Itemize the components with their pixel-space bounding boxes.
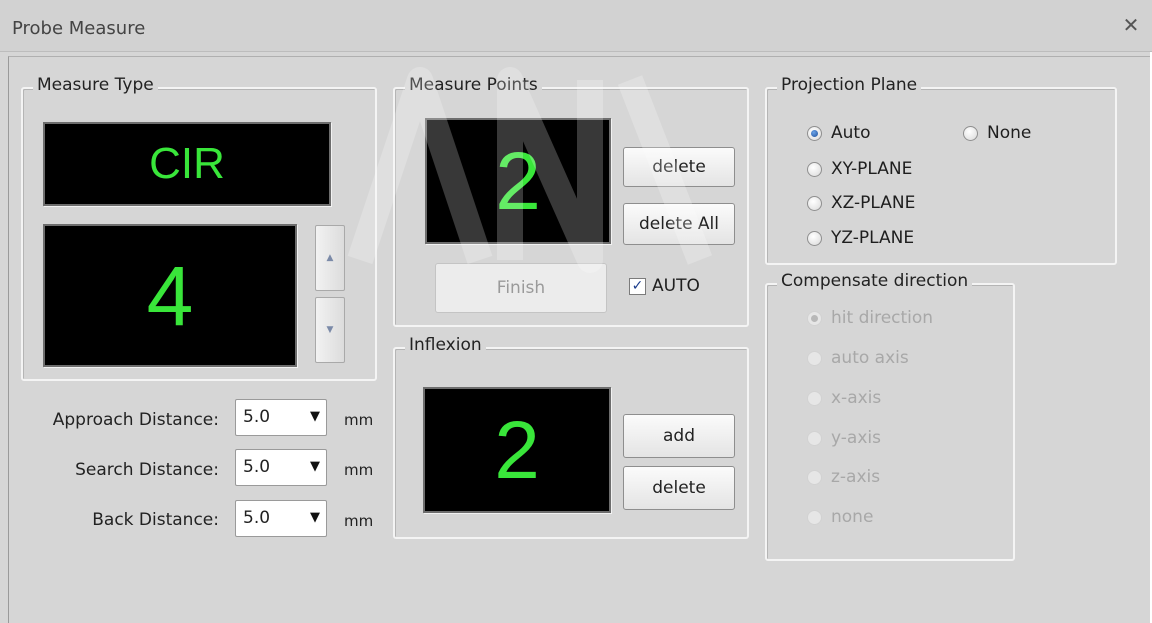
measure-points-legend: Measure Points (405, 75, 542, 95)
delete-all-points-button[interactable]: delete All (623, 203, 735, 245)
inflexion-legend: Inflexion (405, 335, 486, 355)
approach-distance-select[interactable]: 5.0 ▼ (235, 399, 327, 436)
measure-type-value: CIR (149, 139, 225, 188)
spin-up-button[interactable]: ▲ (315, 225, 345, 291)
inflexion-group: Inflexion 2 add delete (393, 335, 749, 539)
compensate-direction-group: Compensate direction hit direction auto … (765, 271, 1015, 561)
radio-unselected-icon (807, 430, 822, 446)
radio-none-direction[interactable]: none (807, 507, 873, 527)
radio-xy-plane-label: XY-PLANE (831, 159, 913, 179)
approach-distance-value: 5.0 (243, 407, 271, 427)
radio-unselected-icon (807, 390, 822, 406)
measure-type-legend: Measure Type (33, 75, 158, 95)
title-bar[interactable]: Probe Measure ✕ (0, 0, 1152, 52)
probe-measure-dialog: Probe Measure ✕ Measure Type CIR 4 ▲ ▼ A… (0, 0, 1152, 623)
radio-x-axis-label: x-axis (831, 388, 882, 408)
radio-xy-plane[interactable]: XY-PLANE (807, 159, 912, 179)
radio-auto-axis-label: auto axis (831, 348, 909, 368)
radio-y-axis[interactable]: y-axis (807, 428, 881, 448)
back-distance-value: 5.0 (243, 508, 271, 528)
back-distance-label: Back Distance: (92, 510, 219, 530)
compensate-direction-legend: Compensate direction (777, 271, 973, 291)
measure-points-group: Measure Points 2 delete delete All Finis… (393, 75, 749, 327)
approach-distance-label: Approach Distance: (52, 410, 219, 430)
measure-points-count: 2 (495, 136, 541, 227)
auto-label: AUTO (652, 276, 700, 296)
radio-auto[interactable]: Auto (807, 123, 870, 143)
checkmark-icon: ✓ (629, 277, 646, 295)
radio-x-axis[interactable]: x-axis (807, 388, 881, 408)
spin-down-button[interactable]: ▼ (315, 297, 345, 363)
search-distance-unit: mm (344, 461, 374, 479)
delete-point-button[interactable]: delete (623, 147, 735, 187)
radio-y-axis-label: y-axis (831, 428, 881, 448)
inflexion-display: 2 (423, 387, 611, 513)
measure-type-display: CIR (43, 122, 331, 206)
radio-unselected-icon (963, 125, 978, 141)
dropdown-arrow-icon: ▼ (310, 510, 320, 525)
window-title: Probe Measure (12, 18, 146, 39)
radio-none[interactable]: None (963, 123, 1031, 143)
radio-yz-plane[interactable]: YZ-PLANE (807, 228, 914, 248)
radio-auto-label: Auto (831, 123, 871, 143)
projection-plane-legend: Projection Plane (777, 75, 922, 95)
search-distance-label: Search Distance: (75, 460, 219, 480)
radio-unselected-icon (807, 230, 822, 246)
dropdown-arrow-icon: ▼ (310, 459, 320, 474)
delete-inflexion-button[interactable]: delete (623, 466, 735, 510)
add-inflexion-button[interactable]: add (623, 414, 735, 458)
radio-xz-plane-label: XZ-PLANE (831, 193, 916, 213)
radio-xz-plane[interactable]: XZ-PLANE (807, 193, 915, 213)
radio-selected-icon (807, 310, 822, 326)
radio-auto-axis[interactable]: auto axis (807, 348, 909, 368)
inflexion-count: 2 (494, 405, 540, 496)
back-distance-unit: mm (344, 512, 374, 530)
radio-hit-direction-label: hit direction (831, 308, 934, 328)
measure-type-group: Measure Type CIR 4 ▲ ▼ (21, 75, 377, 381)
search-distance-select[interactable]: 5.0 ▼ (235, 449, 327, 486)
radio-hit-direction[interactable]: hit direction (807, 308, 933, 328)
radio-none-direction-label: none (831, 507, 874, 527)
radio-selected-icon (807, 125, 822, 141)
measure-count-value: 4 (146, 249, 194, 343)
measure-count-display: 4 (43, 224, 297, 367)
radio-none-label: None (987, 123, 1032, 143)
radio-z-axis-label: z-axis (831, 467, 881, 487)
dropdown-arrow-icon: ▼ (310, 409, 320, 424)
dialog-content: Measure Type CIR 4 ▲ ▼ Approach Distance… (8, 56, 1150, 623)
back-distance-select[interactable]: 5.0 ▼ (235, 500, 327, 537)
search-distance-value: 5.0 (243, 457, 271, 477)
radio-unselected-icon (807, 350, 822, 366)
measure-points-display: 2 (425, 118, 611, 244)
close-icon[interactable]: ✕ (1120, 14, 1142, 36)
approach-distance-unit: mm (344, 411, 374, 429)
radio-unselected-icon (807, 509, 822, 525)
finish-button[interactable]: Finish (435, 263, 607, 313)
radio-yz-plane-label: YZ-PLANE (831, 228, 915, 248)
radio-z-axis[interactable]: z-axis (807, 467, 880, 487)
auto-checkbox[interactable]: ✓ AUTO (629, 276, 700, 296)
radio-unselected-icon (807, 469, 822, 485)
radio-unselected-icon (807, 161, 822, 177)
radio-unselected-icon (807, 195, 822, 211)
projection-plane-group: Projection Plane Auto None XY-PLANE XZ-P… (765, 75, 1117, 265)
